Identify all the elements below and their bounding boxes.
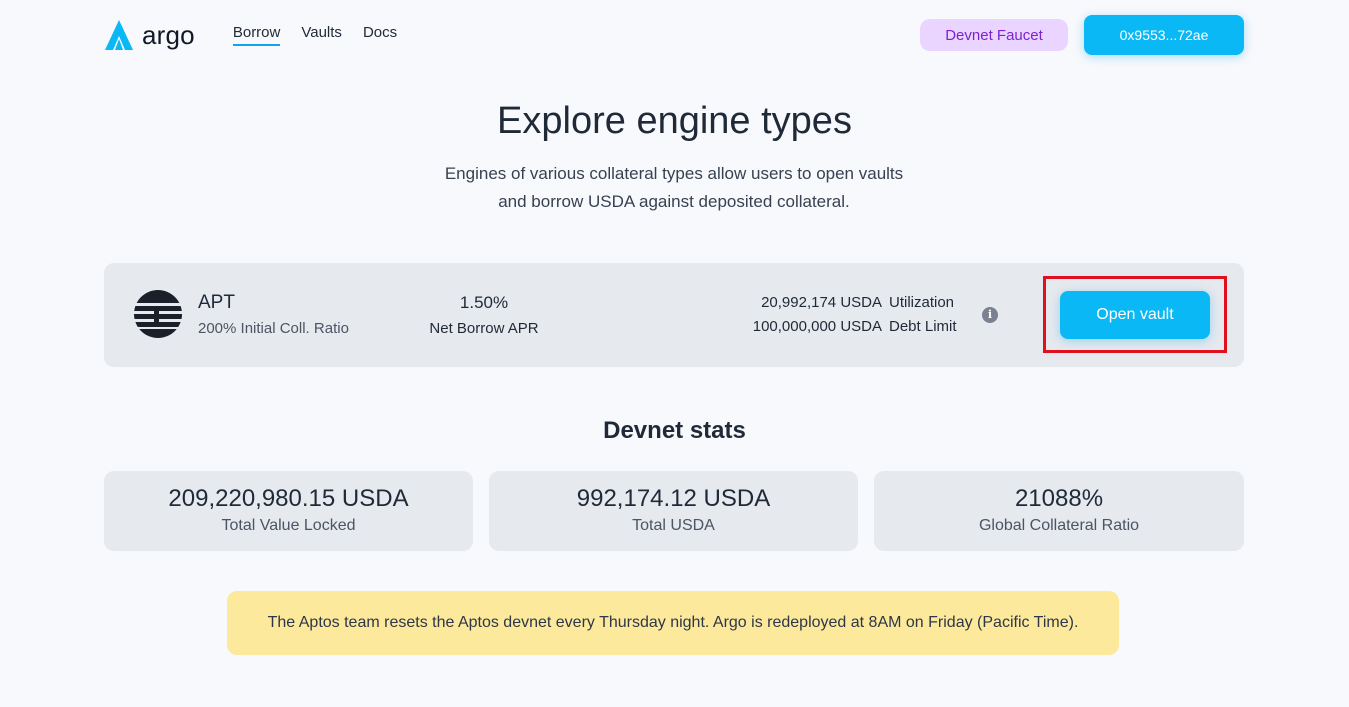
notice-text: The Aptos team resets the Aptos devnet e…	[267, 614, 1079, 631]
logo[interactable]: argo	[104, 19, 195, 51]
engine-coll-ratio: 200% Initial Coll. Ratio	[198, 320, 349, 337]
open-vault-button[interactable]: Open vault	[1060, 291, 1210, 339]
stat-card-total-usda: 992,174.12 USDA Total USDA	[489, 471, 858, 551]
engine-name: APT	[198, 292, 235, 313]
page-title: Explore engine types	[497, 100, 852, 142]
nav-vaults[interactable]: Vaults	[301, 24, 342, 46]
debt-limit-label: Debt Limit	[889, 318, 957, 335]
nav-docs[interactable]: Docs	[363, 24, 397, 46]
header-actions: Devnet Faucet 0x9553...72ae	[920, 15, 1244, 55]
wallet-address-button[interactable]: 0x9553...72ae	[1084, 15, 1244, 55]
page-subtitle: Engines of various collateral types allo…	[404, 160, 944, 216]
engine-card-apt: APT 200% Initial Coll. Ratio 1.50% Net B…	[104, 263, 1244, 367]
subtitle-line-2: and borrow USDA against deposited collat…	[498, 192, 850, 211]
main-nav: Borrow Vaults Docs	[232, 24, 397, 46]
apr-value: 1.50%	[459, 293, 509, 312]
stat-value: 21088%	[1014, 485, 1104, 512]
subtitle-line-1: Engines of various collateral types allo…	[444, 164, 904, 183]
devnet-faucet-button[interactable]: Devnet Faucet	[920, 19, 1068, 51]
utilization-label: Utilization	[889, 294, 955, 311]
stat-value: 209,220,980.15 USDA	[168, 485, 409, 512]
stat-label: Global Collateral Ratio	[978, 517, 1140, 534]
debt-limit-value: 100,000,000 USDA	[752, 318, 882, 335]
stat-card-collateral-ratio: 21088% Global Collateral Ratio	[874, 471, 1244, 551]
logo-text: argo	[142, 19, 195, 50]
info-icon[interactable]: i	[982, 307, 998, 323]
stat-value: 992,174.12 USDA	[576, 485, 771, 512]
aptos-logo-icon	[134, 290, 182, 343]
nav-borrow[interactable]: Borrow	[232, 24, 281, 46]
utilization-value: 20,992,174 USDA	[761, 294, 882, 311]
stat-label: Total Value Locked	[221, 517, 356, 534]
page: argo Borrow Vaults Docs Devnet Faucet 0x…	[0, 0, 1349, 707]
stat-card-tvl: 209,220,980.15 USDA Total Value Locked	[104, 471, 473, 551]
stat-label: Total USDA	[632, 517, 715, 534]
apr-label: Net Borrow APR	[429, 320, 539, 337]
devnet-notice: The Aptos team resets the Aptos devnet e…	[227, 591, 1119, 655]
header: argo Borrow Vaults Docs Devnet Faucet 0x…	[104, 14, 1244, 56]
stats-title: Devnet stats	[603, 417, 746, 444]
argo-logo-icon	[104, 19, 134, 51]
